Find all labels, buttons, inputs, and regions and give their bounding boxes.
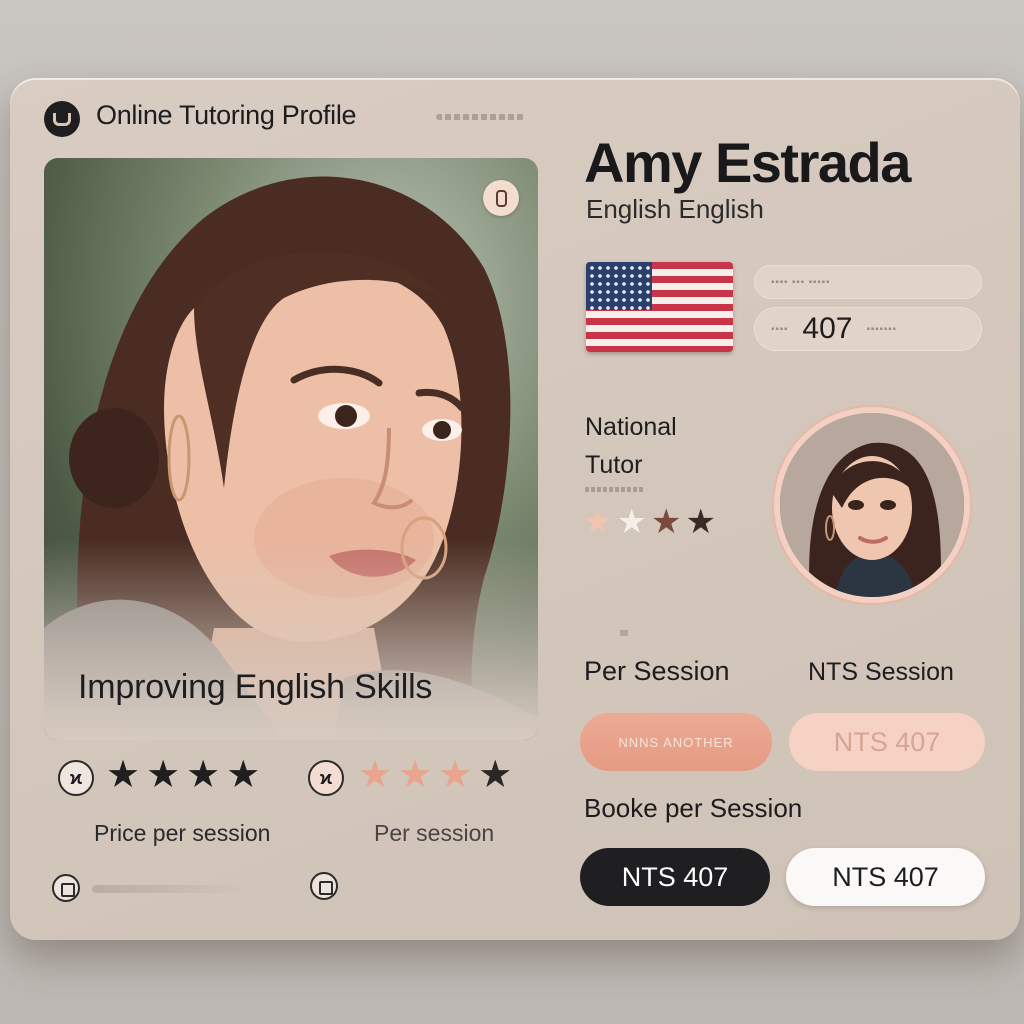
rating-icon: ϰ [58,760,94,796]
booked-per-session-heading: Booke per Session [584,793,803,823]
tutor-rating-stars: ★ ★ ★ ★ [582,505,716,539]
star-icon: ★ [398,754,433,796]
photo-badge-icon[interactable] [483,180,519,216]
star-icon: ★ [616,503,647,541]
star-icon: ★ [106,754,141,796]
footer-bar [92,885,252,893]
header-meta-decoration [436,114,524,120]
per-session-label: Per session [374,820,495,846]
star-icon: ★ [685,503,716,541]
tagline: Improving English Skills [78,668,433,706]
per-session-heading: Per Session [584,656,730,686]
rating-stars-2: ★ ★ ★ ★ [358,756,512,794]
star-icon: ★ [478,754,513,796]
star-icon: ★ [582,503,613,541]
book-nts-button[interactable]: NTS 407 [580,848,770,906]
nts-price-alt-button[interactable]: NTS 407 [786,848,985,906]
star-icon: ★ [358,754,393,796]
price-field[interactable]: ▪▪▪▪ 407 ▪▪▪▪▪▪▪ [754,307,982,351]
page-title: Online Tutoring Profile [96,100,357,130]
photo-fade-overlay [44,540,538,740]
tutor-avatar[interactable] [774,407,970,603]
flag-canton [586,262,652,310]
star-icon: ★ [146,754,181,796]
tutor-photo [44,158,538,740]
nts-session-heading: NTS Session [808,658,954,686]
tutor-name: Amy Estrada [584,131,911,194]
rating-icon: ϰ [308,760,344,796]
role-label: National Tutor [585,408,677,484]
star-icon: ★ [186,754,221,796]
info-field-1[interactable]: ▪▪▪▪ ▪▪▪ ▪▪▪▪▪ [754,265,982,299]
nts-price-button[interactable]: NTS 407 [789,713,985,771]
rating-stars-1: ★ ★ ★ ★ [106,756,260,794]
star-icon: ★ [650,503,682,541]
price-value: 407 [802,312,853,345]
small-square-icon[interactable] [310,872,338,900]
us-flag-icon [586,262,733,352]
language-label: English English [586,194,764,224]
role-underline [585,487,645,492]
field-placeholder-marks: ▪▪▪▪ ▪▪▪ ▪▪▪▪▪ [771,276,831,288]
star-icon: ★ [226,754,261,796]
avatar-portrait-illustration [780,413,964,597]
field-placeholder-marks: ▪▪▪▪ [771,323,789,335]
field-placeholder-marks: ▪▪▪▪▪▪▪ [866,323,897,335]
price-per-session-label: Price per session [94,820,271,846]
brand-logo-icon [44,101,80,137]
small-square-icon[interactable] [52,874,80,902]
decorative-mark [620,630,628,636]
role-line-2: Tutor [585,451,643,479]
star-icon: ★ [438,754,473,796]
session-option-button[interactable]: NNNS ANOTHER [580,713,772,771]
role-line-1: National [585,413,677,441]
